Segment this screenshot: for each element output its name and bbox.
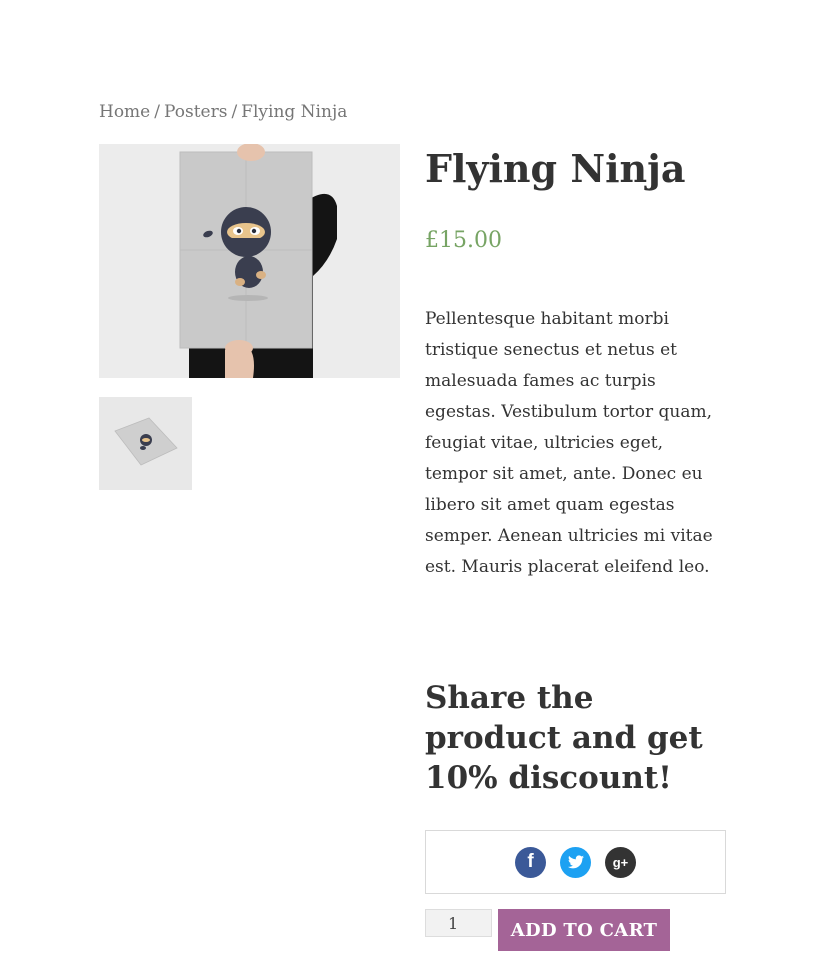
social-share-box: f g+ xyxy=(425,830,726,894)
breadcrumb: Home / Posters / Flying Ninja xyxy=(99,102,347,122)
twitter-bird-icon xyxy=(567,855,584,869)
breadcrumb-category-link[interactable]: Posters xyxy=(164,102,227,122)
product-main-image[interactable] xyxy=(99,144,400,378)
quantity-input[interactable] xyxy=(425,909,492,937)
add-to-cart-button[interactable]: ADD TO CART xyxy=(498,909,670,951)
product-price: £15.00 xyxy=(425,228,502,253)
product-title: Flying Ninja xyxy=(425,146,686,191)
breadcrumb-separator: / xyxy=(154,102,160,122)
product-description: Pellentesque habitant morbi tristique se… xyxy=(425,309,713,577)
breadcrumb-current: Flying Ninja xyxy=(241,102,348,122)
facebook-icon[interactable]: f xyxy=(515,846,546,878)
google-plus-icon[interactable]: g+ xyxy=(605,846,636,878)
poster-photo xyxy=(99,144,400,378)
google-plus-glyph: g+ xyxy=(612,854,629,870)
breadcrumb-home-link[interactable]: Home xyxy=(99,102,150,122)
breadcrumb-separator: / xyxy=(231,102,238,122)
twitter-icon[interactable] xyxy=(560,846,591,878)
product-thumbnail[interactable] xyxy=(99,397,192,490)
poster-thumbnail-image xyxy=(99,397,192,490)
share-heading: Share the product and get 10% discount! xyxy=(425,680,703,796)
facebook-glyph: f xyxy=(527,851,534,872)
